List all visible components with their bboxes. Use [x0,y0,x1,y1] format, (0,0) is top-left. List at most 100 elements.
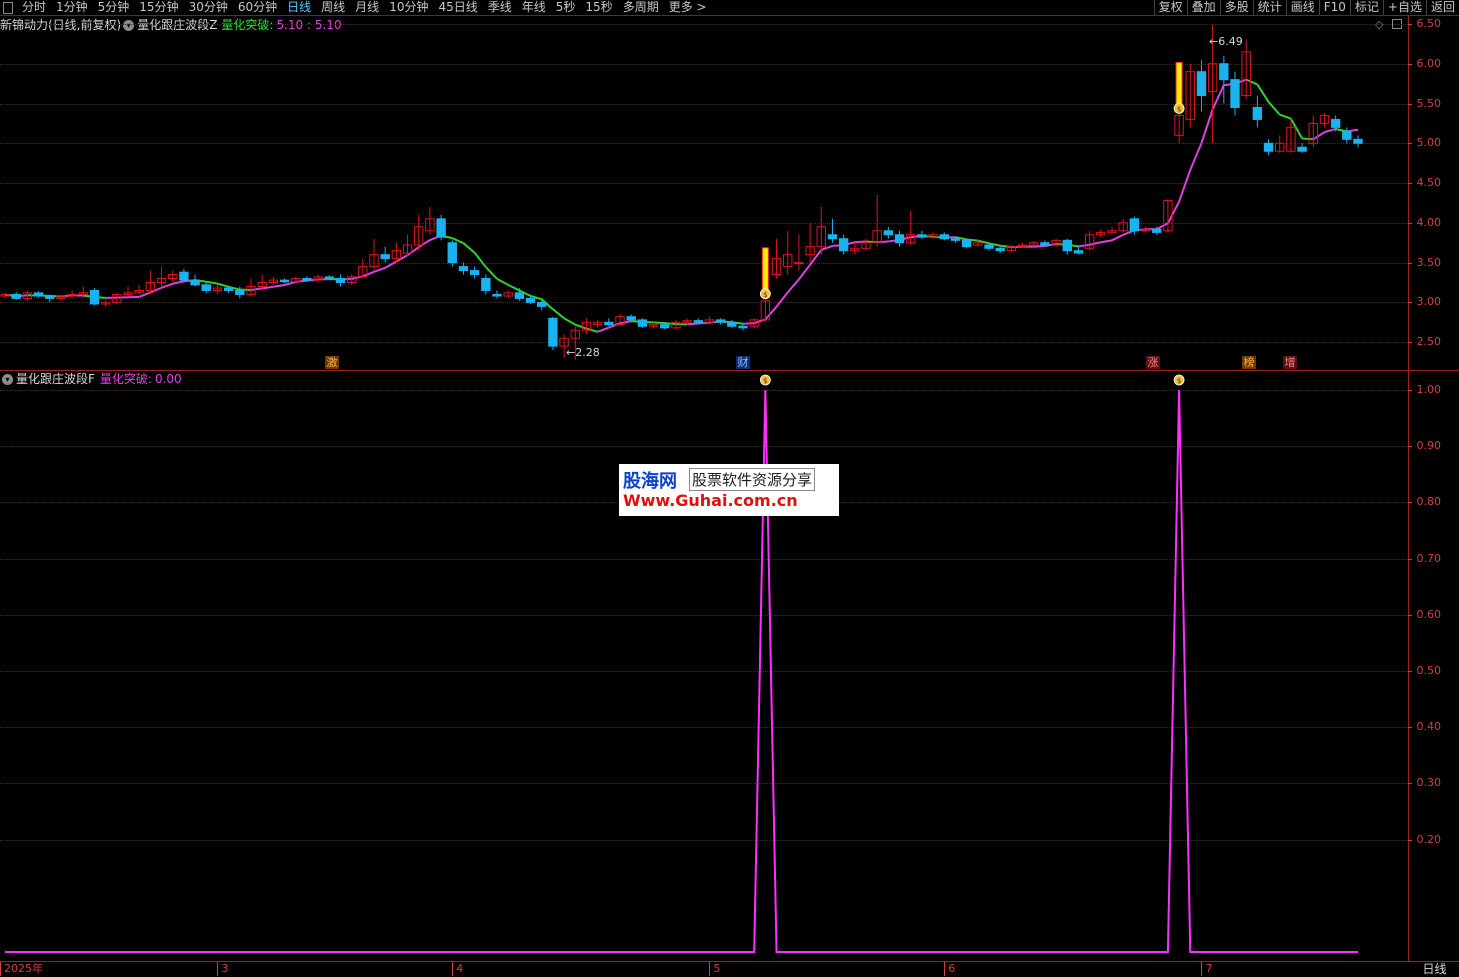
candle-body[interactable] [660,324,670,329]
candle-body[interactable] [1040,242,1050,246]
tab-period[interactable]: 分时 [17,0,51,15]
candle-body[interactable] [883,230,894,236]
toolbar-button[interactable]: +自选 [1382,0,1426,15]
candle-body[interactable] [738,325,748,329]
tab-period[interactable]: 60分钟 [233,0,282,15]
toolbar-button[interactable]: 统计 [1252,0,1286,15]
candle-body[interactable] [1062,239,1072,252]
ma-line-segment [854,240,867,244]
candle-body[interactable] [1196,71,1207,97]
candle-body[interactable] [794,262,804,265]
tab-period[interactable]: 10分钟 [384,0,433,15]
candle-body[interactable] [838,238,849,252]
toolbar-button[interactable]: 多股 [1219,0,1253,15]
candle-body[interactable] [727,321,737,327]
candle-body[interactable] [279,279,290,283]
event-marker[interactable]: 激 [325,356,339,369]
candle-body[interactable] [201,284,211,291]
breakout-signal-bar [761,247,769,294]
candle-body[interactable] [179,271,189,281]
candle-body[interactable] [548,317,558,347]
candle-body[interactable] [827,234,838,240]
candle-body[interactable] [537,301,547,307]
tab-period[interactable]: 周线 [316,0,350,15]
ma-line-segment [485,266,498,280]
tab-period[interactable]: 5分钟 [93,0,135,15]
period-label[interactable]: 日线 [1410,962,1459,977]
signal-line-chart[interactable]: $ $ [0,371,1408,961]
toolbar-button[interactable]: 叠加 [1186,0,1220,15]
candle-body[interactable] [436,218,446,238]
candle-body[interactable] [950,238,961,241]
candlestick-chart[interactable]: $$ [0,16,1408,370]
candle-body[interactable] [1342,130,1352,140]
tab-period[interactable]: 多周期 [618,0,664,15]
toolbar-button[interactable]: 返回 [1425,0,1459,15]
candle-body[interactable] [626,316,636,321]
tab-period[interactable]: 更多 > [664,0,712,15]
tab-period[interactable]: 30分钟 [184,0,233,15]
ma-line-segment [373,266,386,273]
toolbar-button[interactable]: 标记 [1349,0,1383,15]
money-bag-icon: $ [1173,374,1185,386]
candle-body[interactable] [1252,106,1263,120]
candle-body[interactable] [1330,118,1341,128]
candle-body[interactable] [469,270,480,276]
candle-body[interactable] [481,278,491,291]
candle-body[interactable] [604,321,614,326]
candle-body[interactable] [335,278,346,283]
candle-body[interactable] [1219,63,1229,81]
event-marker[interactable]: 涨 [1146,356,1160,369]
candle-body[interactable] [302,278,312,281]
candle-body[interactable] [939,234,949,240]
candle-body[interactable] [1297,146,1307,152]
tab-period[interactable]: 15分钟 [134,0,183,15]
candle-body[interactable] [1230,79,1240,108]
candle-body[interactable] [715,319,726,323]
candle-body[interactable] [235,289,245,295]
tab-period[interactable]: 月线 [350,0,384,15]
candle-body[interactable] [1129,218,1140,232]
candle-body[interactable] [1353,138,1363,144]
event-marker[interactable]: 榜 [1242,356,1256,369]
candle-body[interactable] [1263,142,1274,152]
ma-line-segment [273,284,285,288]
candle-body[interactable] [447,242,457,264]
candle-body[interactable] [894,234,905,244]
tab-period[interactable]: 日线 [282,0,316,15]
candle-body[interactable] [1073,250,1084,254]
candle-body[interactable] [324,276,334,280]
panel-toggle-icon[interactable] [3,1,13,14]
candle-body[interactable] [11,293,21,299]
candle-body[interactable] [190,279,200,286]
candle-body[interactable] [525,297,536,303]
candle-body[interactable] [514,292,525,299]
candle-body[interactable] [984,244,994,249]
candle-body[interactable] [1152,228,1162,233]
tab-period[interactable]: 年线 [517,0,551,15]
event-marker[interactable]: 财 [736,356,750,369]
candle-body[interactable] [45,295,55,299]
candle-body[interactable] [33,292,44,297]
toolbar-button[interactable]: 复权 [1153,0,1187,15]
ma-line-segment [1324,127,1336,134]
candle-body[interactable] [458,266,469,272]
candle-body[interactable] [492,293,502,297]
tab-period[interactable]: 15秒 [580,0,617,15]
candle-body[interactable] [89,289,100,305]
tab-period[interactable]: 45日线 [433,0,482,15]
candle-body[interactable] [637,319,648,327]
candle-body[interactable] [380,254,390,260]
tab-period[interactable]: 5秒 [551,0,581,15]
candle-body[interactable] [223,287,234,291]
candle-body[interactable] [995,247,1005,252]
tab-period[interactable]: 季线 [483,0,517,15]
candle-body[interactable] [961,239,972,248]
tab-period[interactable]: 1分钟 [51,0,93,15]
candle-body[interactable] [917,234,927,238]
event-marker[interactable]: 增 [1283,356,1297,369]
y-tick-mark [1408,183,1412,185]
toolbar-button[interactable]: F10 [1318,0,1350,15]
toolbar-button[interactable]: 画线 [1285,0,1319,15]
candle-body[interactable] [693,320,703,323]
